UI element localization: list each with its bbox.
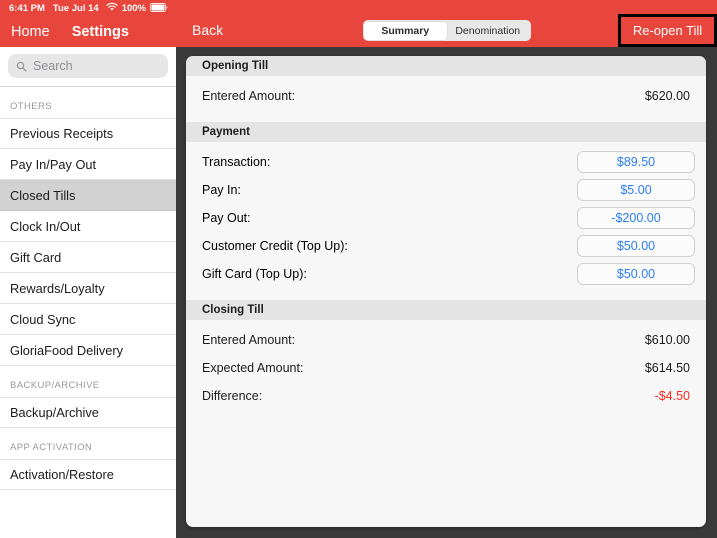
battery-percent: 100% [121,3,146,14]
section-header-payment: Payment [186,122,706,142]
sidebar-item-label: GloriaFood Delivery [10,342,124,358]
sidebar-item-label: Cloud Sync [10,311,76,327]
wifi-icon [106,2,118,15]
content-area: Opening Till Entered Amount: $620.00 Paymen… [176,47,717,538]
sidebar-item-cloud-sync[interactable]: Cloud Sync [0,304,176,335]
sidebar-item-rewards-loyalty[interactable]: Rewards/Loyalty [0,273,176,304]
sidebar-item-closed-tills[interactable]: Closed Tills [0,180,176,211]
sidebar-item-label: Closed Tills [10,187,76,203]
search-container: Search [0,47,176,87]
summary-row: Customer Credit (Top Up): $50.00 [186,232,706,260]
sidebar-item-label: Rewards/Loyalty [10,280,105,296]
summary-row-label: Entered Amount: [202,333,296,347]
sidebar-item-label: Clock In/Out [10,218,81,234]
summary-row-label: Customer Credit (Top Up): [202,239,348,253]
summary-row-label: Pay In: [202,183,241,197]
sidebar-item-label: Previous Receipts [10,126,114,141]
status-bar-right: 100% [106,0,176,17]
summary-row-label: Difference: [202,389,263,403]
section-header-opening-till: Opening Till [186,56,706,76]
sidebar-item-activation-restore[interactable]: Activation/Restore [0,459,176,490]
status-time: 6:41 PM [9,3,45,14]
summary-row-value: $614.50 [644,361,690,375]
sidebar-item-gift-card[interactable]: Gift Card [0,242,176,273]
sidebar-header: 6:41 PM Tue Jul 14 100% Home Settings [0,0,176,47]
summary-row: Transaction: $89.50 [186,148,706,176]
summary-row: Difference: -$4.50 [186,382,706,410]
summary-value-button[interactable]: $50.00 [577,263,695,285]
sidebar-item-backup-archive[interactable]: Backup/Archive [0,397,176,428]
nav-settings-title: Settings [71,24,129,40]
sidebar-item-label: Gift Card [10,249,62,265]
reopen-till-button[interactable]: Re-open Till [633,23,702,38]
summary-value-button[interactable]: -$200.00 [577,207,695,229]
summary-row: Pay In: $5.00 [186,176,706,204]
battery-full-icon [150,2,168,15]
summary-row: Entered Amount: $610.00 [186,326,706,354]
search-icon [16,61,27,71]
sidebar-item-label: Backup/Archive [10,405,99,420]
summary-row: Entered Amount: $620.00 [186,82,706,110]
summary-row: Expected Amount: $614.50 [186,354,706,382]
reopen-till-highlight: Re-open Till [618,14,717,47]
main-panel: Back Summary Denomination Re-open Till Op… [176,0,717,538]
search-placeholder: Search [33,59,73,73]
tab-denomination[interactable]: Denomination [447,22,530,40]
summary-row-label: Transaction: [202,155,271,169]
summary-value-button[interactable]: $50.00 [577,235,695,257]
sidebar-item-gloriafood-delivery[interactable]: GloriaFood Delivery [0,335,176,366]
summary-row-label: Entered Amount: [202,89,296,103]
summary-row: Pay Out: -$200.00 [186,204,706,232]
status-date: Tue Jul 14 [52,3,99,14]
summary-value-button[interactable]: $5.00 [577,179,695,201]
till-summary-card: Opening Till Entered Amount: $620.00 Paymen… [186,56,706,527]
sidebar-nav: Home Settings [0,17,176,47]
sidebar-item-clock-in-out[interactable]: Clock In/Out [0,211,176,242]
tab-summary[interactable]: Summary [364,21,447,40]
summary-row-value: -$4.50 [654,389,690,403]
sidebar-group-label: OTHERS [0,87,176,118]
summary-row: Gift Card (Top Up): $50.00 [186,260,706,288]
summary-row-label: Pay Out: [202,211,251,225]
section-header-closing-till: Closing Till [186,300,706,320]
sidebar-item-pay-in-pay-out[interactable]: Pay In/Pay Out [0,149,176,180]
summary-row-label: Expected Amount: [202,361,304,375]
summary-row-label: Gift Card (Top Up): [202,267,307,281]
sidebar-list: OTHERS Previous Receipts Pay In/Pay Out Clo… [0,87,176,538]
segmented-control[interactable]: Summary Denomination [362,20,531,41]
status-bar: 6:41 PM Tue Jul 14 100% [0,0,176,17]
sidebar-item-label: Activation/Restore [10,467,114,482]
summary-value-button[interactable]: $89.50 [577,151,695,173]
nav-home-button[interactable]: Home [11,24,50,40]
sidebar-item-label: Pay In/Pay Out [10,156,97,172]
back-button[interactable]: Back [192,10,223,38]
search-input[interactable]: Search [8,54,168,78]
app-screen: 6:41 PM Tue Jul 14 100% Home Settings Se… [0,0,717,538]
sidebar-item-previous-receipts[interactable]: Previous Receipts [0,118,176,149]
summary-row-value: $610.00 [644,333,690,347]
sidebar-group-label: APP ACTIVATION [0,428,176,459]
summary-row-value: $620.00 [644,89,690,103]
top-bar: Back Summary Denomination Re-open Till [176,0,717,47]
sidebar-group-label: BACKUP/ARCHIVE [0,366,176,397]
sidebar: 6:41 PM Tue Jul 14 100% Home Settings Se… [0,0,176,538]
